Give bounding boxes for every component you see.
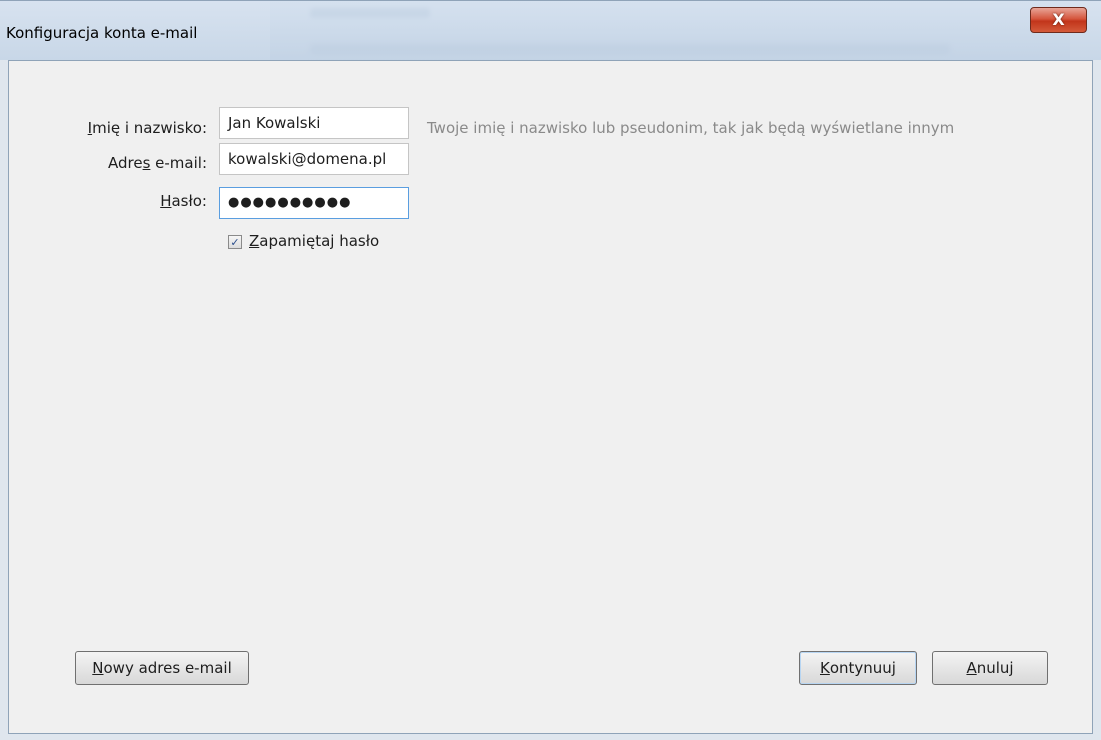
window-title: Konfiguracja konta e-mail: [6, 24, 198, 42]
email-input[interactable]: kowalski@domena.pl: [219, 143, 409, 175]
check-icon: ✓: [230, 235, 240, 249]
title-bar[interactable]: Konfiguracja konta e-mail X: [0, 0, 1101, 60]
close-button[interactable]: X: [1030, 7, 1087, 33]
close-icon: X: [1052, 10, 1065, 29]
cancel-button[interactable]: Anuluj: [932, 651, 1048, 685]
account-setup-dialog: Konfiguracja konta e-mail X Imię i nazwi…: [0, 0, 1101, 740]
name-hint: Twoje imię i nazwisko lub pseudonim, tak…: [427, 119, 955, 137]
password-input[interactable]: ●●●●●●●●●●: [219, 187, 409, 219]
password-label: Hasło:: [160, 192, 207, 210]
remember-password-checkbox[interactable]: ✓: [228, 235, 242, 249]
name-label: Imię i nazwisko:: [87, 119, 207, 137]
dialog-content: Imię i nazwisko: Jan Kowalski Twoje imię…: [8, 60, 1093, 734]
name-input[interactable]: Jan Kowalski: [219, 107, 409, 139]
new-address-button[interactable]: Nowy adres e-mail: [75, 651, 249, 685]
email-label: Adres e-mail:: [107, 154, 207, 172]
continue-button[interactable]: Kontynuuj: [799, 651, 917, 685]
remember-password-label[interactable]: Zapamiętaj hasło: [249, 232, 379, 250]
